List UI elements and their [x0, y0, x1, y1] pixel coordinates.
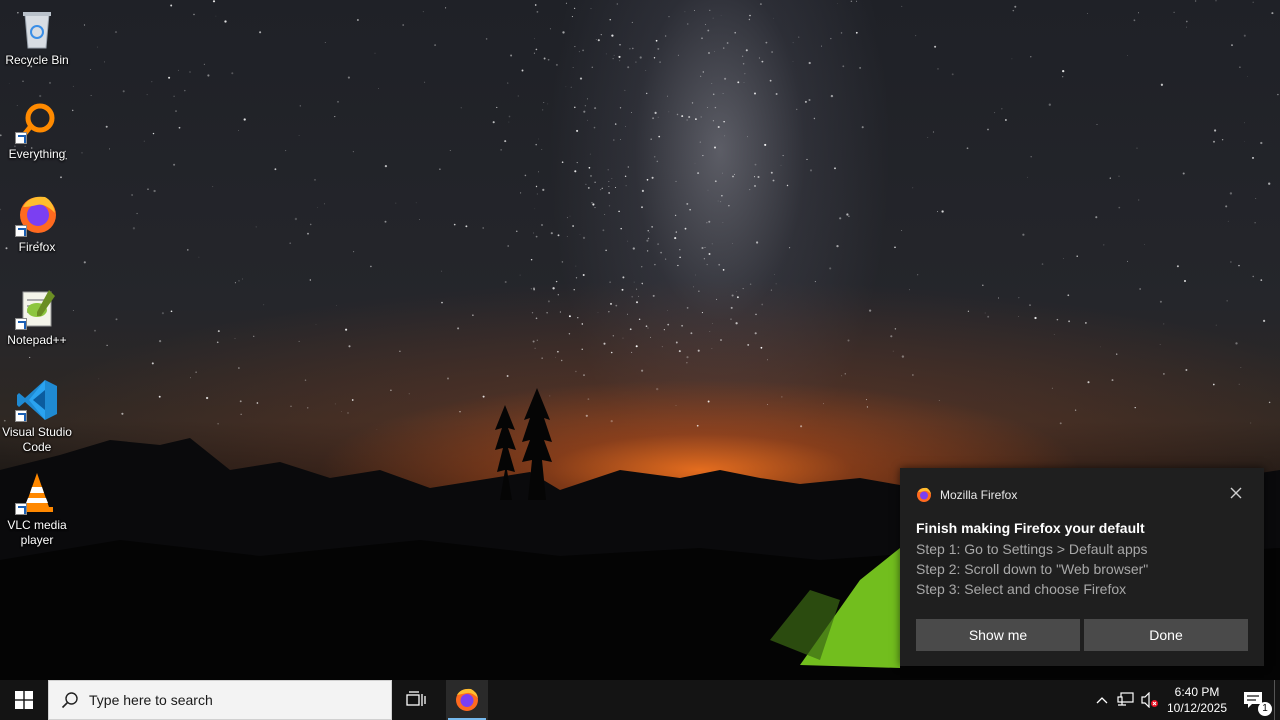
toast-step-line: Step 2: Scroll down to "Web browser" [916, 561, 1149, 577]
taskbar: Type here to search 6:40 PM 10/12/2025 1 [0, 680, 1280, 720]
firefox-icon [15, 193, 59, 237]
desktop-icon-everything[interactable]: Everything [0, 100, 74, 162]
desktop-icon-notepadpp[interactable]: Notepad++ [0, 286, 74, 348]
toast-step-line: Step 3: Select and choose Firefox [916, 581, 1127, 597]
clock[interactable]: 6:40 PM 10/12/2025 [1162, 680, 1232, 720]
show-desktop-button[interactable] [1274, 680, 1280, 720]
shortcut-arrow-icon [15, 318, 27, 330]
desktop-icon-vscode[interactable]: Visual Studio Code [0, 378, 74, 455]
action-center-button[interactable]: 1 [1232, 680, 1274, 720]
taskbar-firefox-button[interactable] [446, 680, 488, 720]
desktop-icon-vlc[interactable]: VLC media player [0, 471, 74, 548]
firefox-icon [917, 487, 931, 502]
desktop-icon-label: Firefox [18, 240, 56, 254]
network-icon[interactable] [1114, 680, 1138, 720]
shortcut-arrow-icon [15, 225, 27, 237]
chevron-up-icon[interactable] [1090, 680, 1114, 720]
show-me-button[interactable]: Show me [916, 619, 1080, 651]
vlc-cone-icon [15, 471, 59, 515]
vscode-icon [15, 378, 59, 422]
clock-date: 10/12/2025 [1166, 701, 1228, 715]
volume-muted-icon[interactable] [1138, 680, 1162, 720]
firefox-icon [456, 688, 478, 711]
firefox-default-toast[interactable]: Mozilla Firefox Finish making Firefox yo… [900, 468, 1264, 666]
search-placeholder: Type here to search [89, 692, 213, 708]
toast-header: Mozilla Firefox [916, 487, 1017, 503]
toast-title: Finish making Firefox your default [916, 520, 1145, 536]
task-view-button[interactable] [398, 680, 434, 720]
toast-app-name: Mozilla Firefox [940, 488, 1018, 502]
close-icon[interactable] [1228, 486, 1244, 502]
done-button[interactable]: Done [1084, 619, 1248, 651]
recycle-bin-icon [15, 6, 59, 50]
clock-time: 6:40 PM [1174, 685, 1220, 699]
toast-step-line: Step 1: Go to Settings > Default apps [916, 541, 1148, 557]
windows-logo-icon [15, 691, 33, 709]
taskbar-search-box[interactable]: Type here to search [48, 680, 392, 720]
desktop-icon-recycle-bin[interactable]: Recycle Bin [0, 6, 74, 68]
start-button[interactable] [0, 680, 48, 720]
everything-app-icon [15, 100, 59, 144]
desktop-icon-label: Visual Studio Code [2, 425, 72, 454]
search-icon [61, 692, 78, 709]
desktop-icon-label: Recycle Bin [5, 53, 69, 67]
shortcut-arrow-icon [15, 503, 27, 515]
notepad-plus-plus-icon [15, 286, 59, 330]
desktop-icon-label: VLC media player [7, 518, 67, 547]
task-view-icon [406, 691, 426, 706]
shortcut-arrow-icon [15, 132, 27, 144]
desktop-icon-firefox[interactable]: Firefox [0, 193, 74, 255]
notification-count-badge: 1 [1258, 702, 1272, 716]
desktop-icon-label: Notepad++ [7, 333, 67, 347]
desktop-icon-label: Everything [8, 147, 66, 161]
system-tray: 6:40 PM 10/12/2025 1 [1090, 680, 1280, 720]
shortcut-arrow-icon [15, 410, 27, 422]
